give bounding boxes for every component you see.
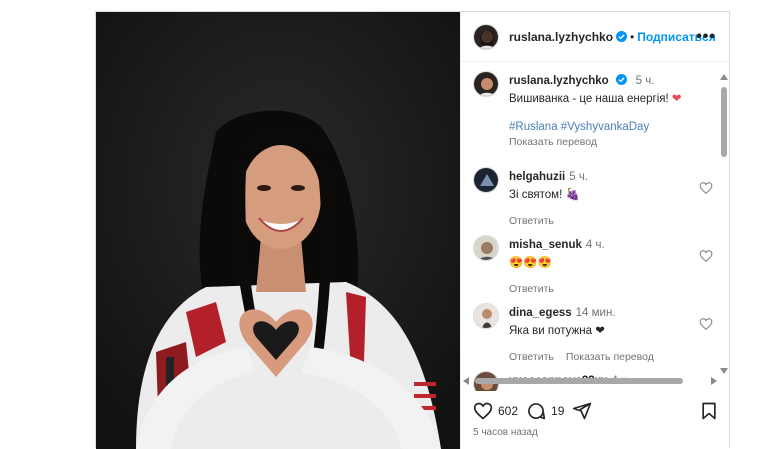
heart-emoji: ❤ [671, 93, 682, 105]
caption-hashtags[interactable]: #Ruslana #VyshyvankaDay [509, 121, 682, 133]
reply-button[interactable]: Ответить [509, 215, 554, 227]
post-modal: ruslana.lyzhychko • Подписаться ••• rusl… [95, 11, 730, 449]
comment-count[interactable]: 19 [551, 404, 564, 418]
reply-button[interactable]: Ответить [509, 283, 554, 295]
reply-button[interactable]: Ответить [509, 351, 554, 363]
like-comment-heart-icon[interactable] [699, 249, 713, 263]
commenter-avatar[interactable] [473, 235, 499, 261]
comment-text: Яка ви потужна ❤ [509, 325, 605, 337]
comment-time[interactable]: 14 мин. [576, 307, 616, 319]
like-count[interactable]: 602 [498, 404, 518, 418]
caption-text: Вишиванка - це наша енергія! ❤ [509, 92, 682, 107]
post-photo[interactable] [96, 12, 460, 449]
comment-item: helgahuzii 5 ч. Зі святом! 🍇 Ответить [473, 167, 713, 227]
comment-actions: Ответить Показать перевод [509, 351, 666, 363]
post-actions-bar: 602 19 5 часов назад [461, 391, 731, 449]
translate-link[interactable]: Показать перевод [509, 136, 682, 148]
commenter-avatar[interactable] [473, 167, 499, 193]
author-username[interactable]: ruslana.lyzhychko [509, 30, 613, 44]
comment-item: misha_senuk 4 ч. 😍😍😍 Ответить [473, 235, 713, 295]
comments-list[interactable]: ruslana.lyzhychko 5 ч. Вишиванка - це на… [461, 63, 731, 391]
author-avatar[interactable] [473, 23, 499, 50]
comment-text: Зі святом! 🍇 [509, 189, 580, 201]
verified-icon [616, 31, 628, 42]
comment-time[interactable]: 4 ч. [586, 239, 605, 251]
comment-username[interactable]: dina_egess [509, 307, 572, 319]
comment-item: dina_egess 14 мин. Яка ви потужна ❤ Ответ… [473, 303, 713, 363]
like-comment-heart-icon[interactable] [699, 317, 713, 331]
comment-icon[interactable] [526, 401, 546, 421]
comment-actions: Ответить [509, 283, 605, 295]
verified-icon [616, 74, 628, 85]
woman-heart-hands-image [96, 12, 460, 449]
heart-icon[interactable] [473, 401, 493, 421]
comment-time[interactable]: 5 ч. [569, 171, 588, 183]
comment-username[interactable]: helgahuzii [509, 171, 565, 183]
share-icon[interactable] [572, 401, 592, 421]
post-timestamp: 5 часов назад [473, 427, 538, 438]
translate-link[interactable]: Показать перевод [566, 351, 654, 363]
separator-dot: • [630, 29, 635, 44]
caption-username[interactable]: ruslana.lyzhychko [509, 75, 609, 87]
comment-text: 😍😍😍 [509, 257, 552, 269]
vertical-scrollbar[interactable] [718, 63, 730, 375]
post-caption: ruslana.lyzhychko 5 ч. Вишиванка - це на… [473, 71, 713, 148]
caption-time[interactable]: 5 ч. [636, 75, 655, 87]
caption-text-content: Вишиванка - це наша енергія! [509, 93, 669, 105]
comment-username[interactable]: misha_senuk [509, 239, 582, 251]
horizontal-scrollbar[interactable] [461, 374, 719, 388]
more-icon[interactable]: ••• [696, 28, 716, 46]
caption-avatar[interactable] [473, 71, 499, 97]
like-comment-heart-icon[interactable] [699, 181, 713, 195]
post-sidebar: ruslana.lyzhychko • Подписаться ••• rusl… [460, 12, 730, 449]
comment-actions: Ответить [509, 215, 588, 227]
bookmark-icon[interactable] [699, 401, 719, 421]
commenter-avatar[interactable] [473, 303, 499, 329]
post-header: ruslana.lyzhychko • Подписаться ••• [461, 12, 730, 62]
hashtag-links[interactable]: #Ruslana #VyshyvankaDay [509, 121, 649, 133]
